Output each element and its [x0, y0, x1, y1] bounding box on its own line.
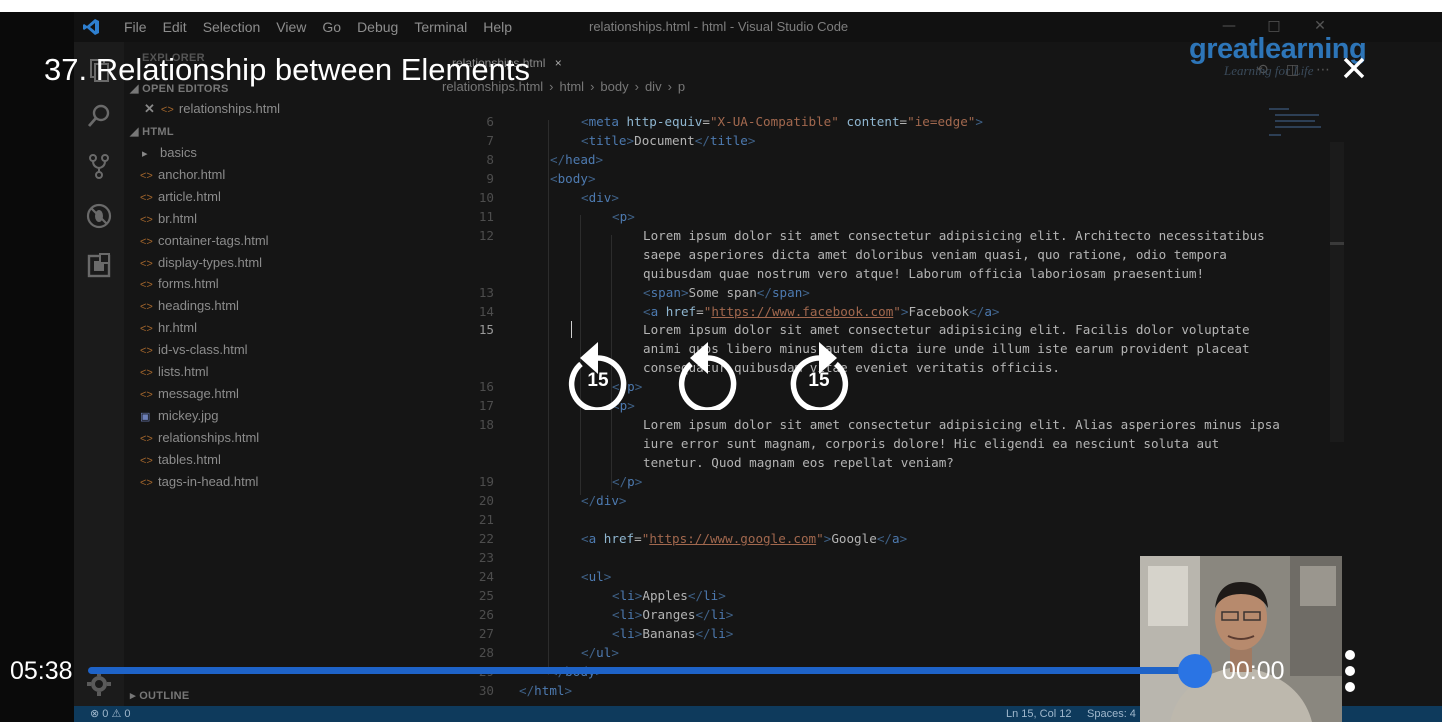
forward-seconds: 15	[808, 370, 830, 391]
video-title: 37. Relationship between Elements	[44, 52, 530, 87]
dot	[1345, 682, 1355, 692]
forward-15-button[interactable]: 15	[783, 330, 855, 413]
dot	[1345, 650, 1355, 660]
replay-icon	[678, 342, 737, 413]
rewind-15-button[interactable]: 15	[562, 330, 634, 413]
replay-button[interactable]	[672, 330, 744, 413]
player-overlay: 37. Relationship between Elements 15 15 …	[0, 0, 1442, 722]
dot	[1345, 666, 1355, 676]
elapsed-time: 05:38	[10, 657, 73, 685]
more-options-button[interactable]	[1338, 650, 1362, 692]
seek-thumb[interactable]	[1178, 654, 1212, 688]
close-player-button[interactable]	[1336, 50, 1372, 86]
seek-bar[interactable]	[88, 667, 1196, 674]
remaining-time: 00:00	[1222, 657, 1285, 685]
close-icon	[1343, 57, 1365, 79]
rewind-seconds: 15	[587, 370, 609, 391]
